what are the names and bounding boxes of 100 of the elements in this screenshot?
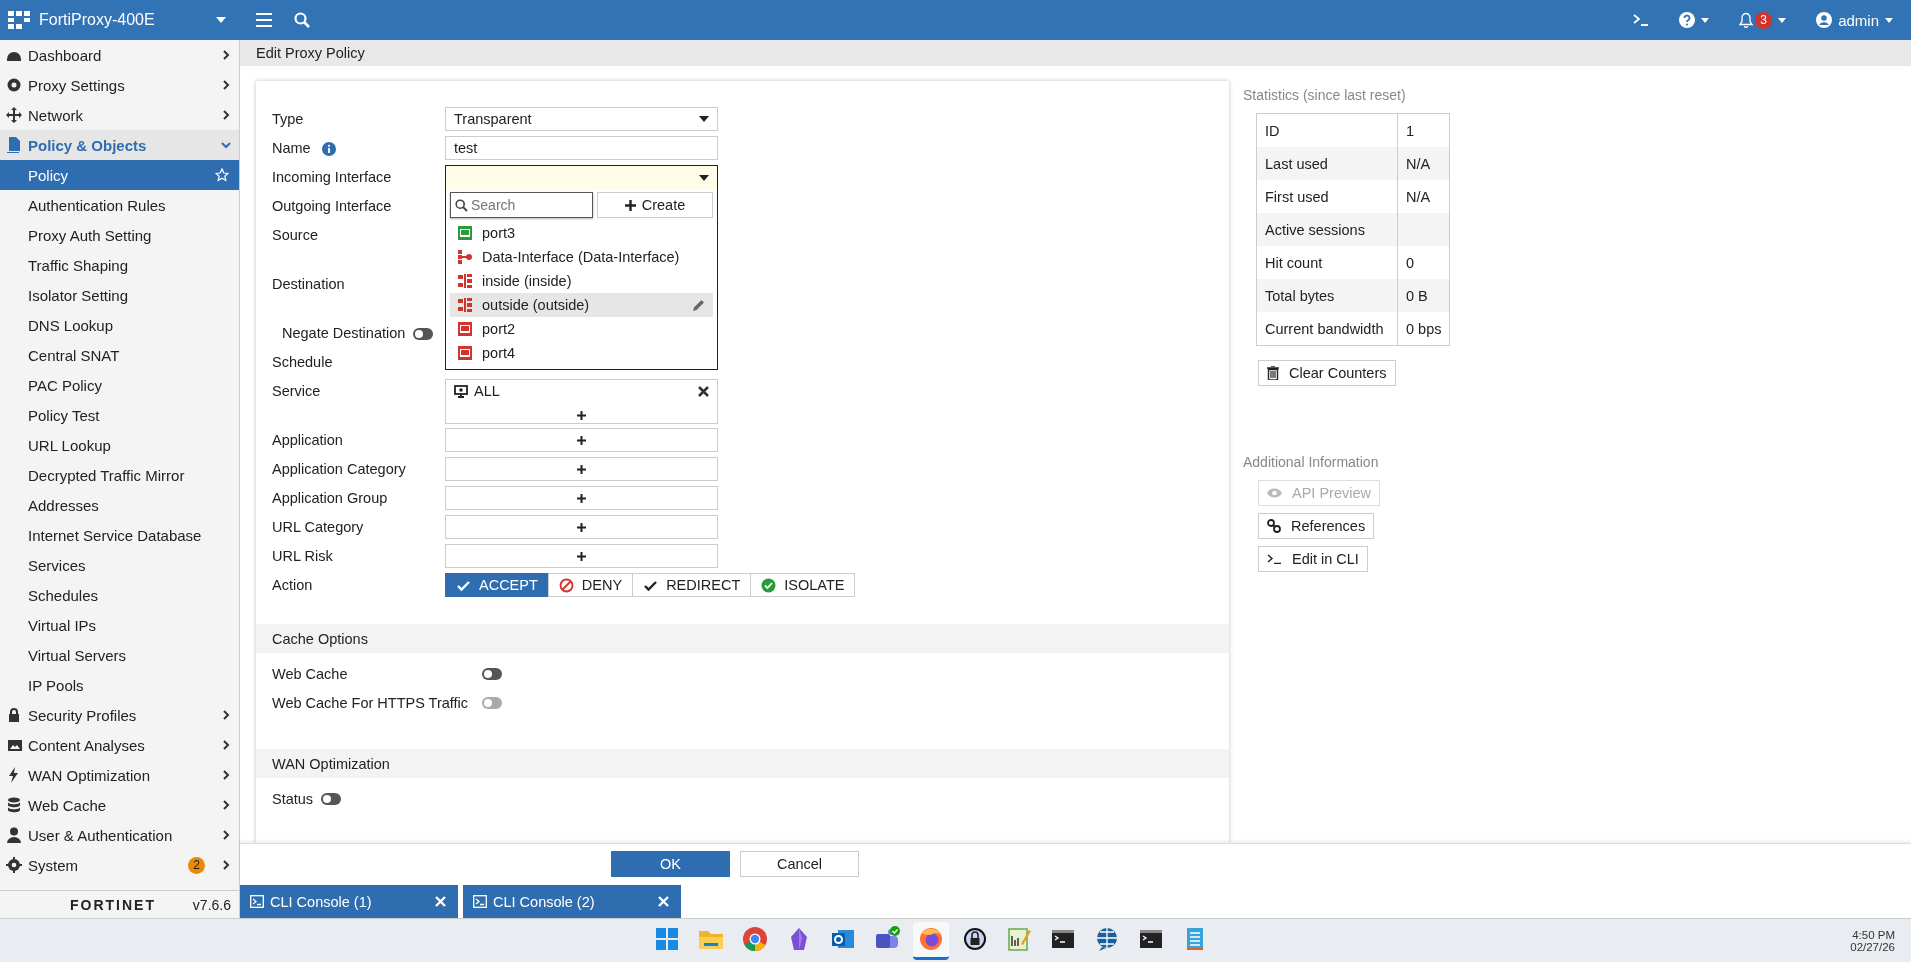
menu-icon[interactable] <box>256 13 272 27</box>
create-button[interactable]: Create <box>597 192 713 218</box>
console-tab[interactable]: CLI Console (1) <box>240 885 458 918</box>
add-field[interactable] <box>445 457 718 481</box>
field-label: Application Group <box>272 489 388 508</box>
sidebar-item[interactable]: Schedules <box>0 580 239 610</box>
toggle-switch[interactable] <box>482 667 502 680</box>
sidebar-item[interactable]: System 2 <box>0 850 239 880</box>
field-label: Web Cache For HTTPS Traffic <box>272 694 470 711</box>
toggle-switch[interactable] <box>321 792 342 805</box>
add-icon <box>577 493 586 503</box>
close-icon[interactable] <box>435 896 446 907</box>
sidebar-item[interactable]: IP Pools <box>0 670 239 700</box>
add-icon[interactable] <box>577 411 586 420</box>
field-label: Service <box>272 382 321 401</box>
star-icon[interactable] <box>215 168 229 182</box>
sidebar-item[interactable]: Internet Service Database <box>0 520 239 550</box>
sidebar-item[interactable]: Policy Test <box>0 400 239 430</box>
sidebar-item[interactable]: URL Lookup <box>0 430 239 460</box>
type-select[interactable]: Transparent <box>445 107 718 131</box>
field-label: URL Risk <box>272 547 333 566</box>
field-label: Name <box>272 139 311 158</box>
info-button[interactable]: Edit in CLI <box>1258 546 1368 572</box>
add-field[interactable] <box>445 428 718 452</box>
sidebar-item[interactable]: User & Authentication <box>0 820 239 850</box>
interface-option[interactable]: port2 <box>450 317 713 341</box>
close-icon[interactable] <box>658 896 669 907</box>
chevron-icon <box>221 860 231 870</box>
ok-button[interactable]: OK <box>611 850 730 877</box>
sidebar-item[interactable]: DNS Lookup <box>0 310 239 340</box>
clear-counters-button[interactable]: Clear Counters <box>1258 360 1396 386</box>
action-option[interactable]: ACCEPT <box>445 573 549 597</box>
bell-icon[interactable] <box>1739 12 1754 28</box>
caret-icon[interactable] <box>1885 17 1893 23</box>
field-label: Negate Destination <box>282 324 406 343</box>
sidebar-item[interactable]: PAC Policy <box>0 370 239 400</box>
sidebar-item[interactable]: Network <box>0 100 239 130</box>
service-field[interactable]: ALL <box>445 379 718 424</box>
console-tab[interactable]: CLI Console (2) <box>463 885 681 918</box>
add-field[interactable] <box>445 515 718 539</box>
sidebar-item[interactable]: Traffic Shaping <box>0 250 239 280</box>
info-icon[interactable] <box>321 141 336 156</box>
sidebar-item[interactable]: Dashboard <box>0 40 239 70</box>
field-label: Action <box>272 576 313 595</box>
user-icon[interactable] <box>1816 12 1833 28</box>
table-cell: Last used <box>1256 147 1398 180</box>
sidebar-item[interactable]: Addresses <box>0 490 239 520</box>
user-name[interactable]: admin <box>1838 11 1879 29</box>
interface-option[interactable]: inside (inside) <box>450 269 713 293</box>
caret-icon[interactable] <box>1701 17 1710 23</box>
search-icon[interactable] <box>294 12 310 28</box>
sidebar-item[interactable]: Content Analyses <box>0 730 239 760</box>
caret-icon[interactable] <box>216 17 226 23</box>
interface-option[interactable]: port4 <box>450 341 713 365</box>
chevron-icon <box>221 710 231 720</box>
search-field[interactable]: Search <box>450 192 593 218</box>
sidebar-item[interactable]: Policy & Objects <box>0 130 239 160</box>
table-cell: Active sessions <box>1256 213 1398 246</box>
chevron-icon <box>221 140 231 150</box>
pencil-icon[interactable] <box>692 298 705 312</box>
add-field[interactable] <box>445 486 718 510</box>
sidebar-item[interactable]: Isolator Setting <box>0 280 239 310</box>
sidebar-item[interactable]: Security Profiles <box>0 700 239 730</box>
add-icon <box>577 522 586 532</box>
sidebar-item[interactable]: Authentication Rules <box>0 190 239 220</box>
app-icon <box>918 926 944 952</box>
sidebar-icon <box>6 857 22 873</box>
sidebar-item[interactable]: Proxy Auth Setting <box>0 220 239 250</box>
sidebar-icon <box>6 107 22 123</box>
action-option[interactable]: ISOLATE <box>750 573 856 597</box>
toggle-switch[interactable] <box>413 327 434 340</box>
caret-icon[interactable] <box>1778 17 1787 23</box>
sidebar-icon <box>6 137 22 153</box>
remove-icon[interactable] <box>698 385 709 397</box>
sidebar-item[interactable]: Web Cache <box>0 790 239 820</box>
table-cell: 0 B <box>1397 279 1450 312</box>
cli-icon[interactable] <box>1633 14 1650 26</box>
sidebar-item[interactable]: Virtual IPs <box>0 610 239 640</box>
interface-option[interactable]: port3 <box>450 221 713 245</box>
sidebar-item[interactable]: Proxy Settings <box>0 70 239 100</box>
name-input[interactable]: test <box>445 136 718 160</box>
console-icon <box>473 895 487 908</box>
action-option[interactable]: DENY <box>547 573 634 597</box>
panel-title: Statistics (since last reset) <box>1243 87 1407 103</box>
action-option[interactable]: REDIRECT <box>632 573 752 597</box>
sidebar-item[interactable]: Central SNAT <box>0 340 239 370</box>
interface-select[interactable] <box>445 165 718 191</box>
sidebar-item[interactable]: Policy <box>0 160 239 190</box>
info-button[interactable]: References <box>1258 513 1375 539</box>
sidebar-item[interactable]: Decrypted Traffic Mirror <box>0 460 239 490</box>
sidebar-item[interactable]: WAN Optimization <box>0 760 239 790</box>
add-field[interactable] <box>445 544 718 568</box>
device-name[interactable]: FortiProxy-400E <box>39 11 207 29</box>
sidebar-item[interactable]: Virtual Servers <box>0 640 239 670</box>
help-icon[interactable] <box>1679 12 1696 28</box>
chevron-icon <box>221 830 231 840</box>
interface-option[interactable]: Data-Interface (Data-Interface) <box>450 245 713 269</box>
cancel-button[interactable]: Cancel <box>740 850 859 877</box>
sidebar-item[interactable]: Services <box>0 550 239 580</box>
interface-option[interactable]: outside (outside) <box>450 293 713 317</box>
